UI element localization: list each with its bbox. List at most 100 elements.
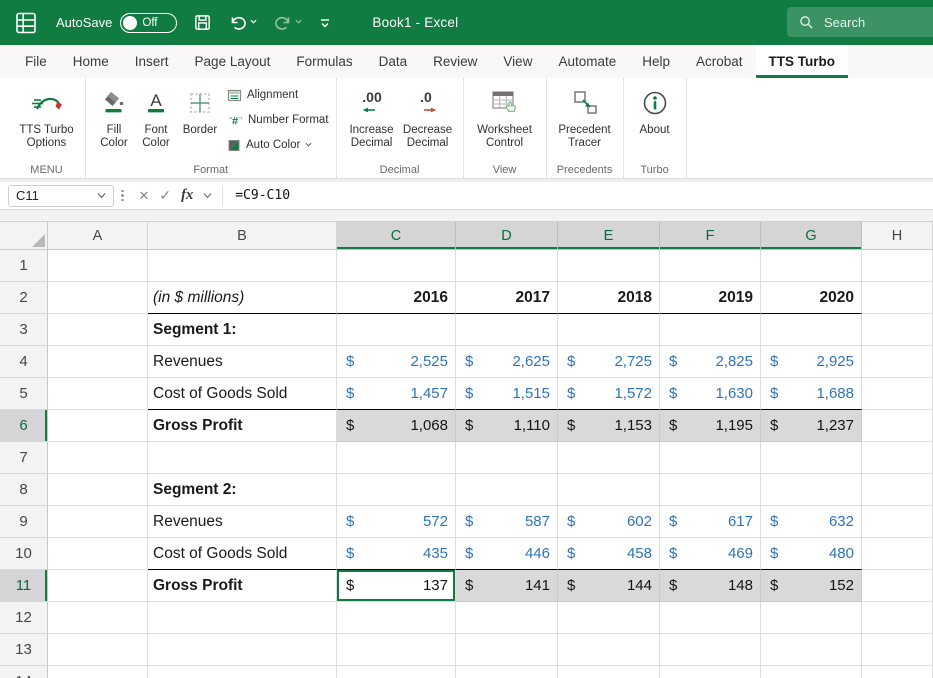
tab-help[interactable]: Help [629,45,683,78]
cell-H9[interactable] [862,506,933,538]
cell-C7[interactable] [337,442,456,474]
cell-F9[interactable]: $617 [660,506,761,538]
cell-B4[interactable]: Revenues [148,346,337,378]
tts-turbo-options-button[interactable]: TTS Turbo Options [15,83,78,152]
cell-G6[interactable]: $1,237 [761,410,862,442]
name-box[interactable]: C11 [8,185,114,207]
cell-A8[interactable] [48,474,148,506]
cell-G13[interactable] [761,634,862,666]
auto-color-button[interactable]: Auto Color [227,136,329,154]
tab-file[interactable]: File [12,45,60,78]
cell-B9[interactable]: Revenues [148,506,337,538]
fill-color-button[interactable]: Fill Color [93,83,135,152]
autosave-toggle[interactable]: Off [120,13,177,33]
row-header-11[interactable]: 11 [0,570,48,602]
cell-E7[interactable] [558,442,660,474]
cell-E13[interactable] [558,634,660,666]
column-header-B[interactable]: B [148,222,337,250]
cell-H13[interactable] [862,634,933,666]
row-header-3[interactable]: 3 [0,314,48,346]
column-header-C[interactable]: C [337,222,456,250]
cell-E2[interactable]: 2018 [558,282,660,314]
cell-D6[interactable]: $1,110 [456,410,558,442]
redo-button[interactable] [273,14,302,32]
cell-E4[interactable]: $2,725 [558,346,660,378]
row-header-4[interactable]: 4 [0,346,48,378]
tab-automate[interactable]: Automate [545,45,629,78]
cell-G4[interactable]: $2,925 [761,346,862,378]
cell-B11[interactable]: Gross Profit [148,570,337,602]
cell-C5[interactable]: $1,457 [337,378,456,410]
cell-D8[interactable] [456,474,558,506]
cell-E9[interactable]: $602 [558,506,660,538]
cell-A6[interactable] [48,410,148,442]
tab-data[interactable]: Data [366,45,421,78]
font-color-button[interactable]: A Font Color [135,83,177,152]
row-header-7[interactable]: 7 [0,442,48,474]
column-header-E[interactable]: E [558,222,660,250]
cell-H4[interactable] [862,346,933,378]
quick-access-toolbar-button[interactable] [318,17,332,29]
cell-C2[interactable]: 2016 [337,282,456,314]
cell-A13[interactable] [48,634,148,666]
cell-F11[interactable]: $148 [660,570,761,602]
cell-H3[interactable] [862,314,933,346]
column-header-F[interactable]: F [660,222,761,250]
column-header-G[interactable]: G [761,222,862,250]
cell-E1[interactable] [558,250,660,282]
cell-D10[interactable]: $446 [456,538,558,570]
cell-B13[interactable] [148,634,337,666]
row-header-8[interactable]: 8 [0,474,48,506]
cell-C4[interactable]: $2,525 [337,346,456,378]
cell-E6[interactable]: $1,153 [558,410,660,442]
tab-insert[interactable]: Insert [122,45,182,78]
cell-G8[interactable] [761,474,862,506]
cell-H2[interactable] [862,282,933,314]
row-header-12[interactable]: 12 [0,602,48,634]
number-format-button[interactable]: " # " Number Format [227,111,329,129]
row-header-10[interactable]: 10 [0,538,48,570]
cell-C14[interactable] [337,666,456,678]
row-header-9[interactable]: 9 [0,506,48,538]
cell-D9[interactable]: $587 [456,506,558,538]
cell-G7[interactable] [761,442,862,474]
cell-C1[interactable] [337,250,456,282]
increase-decimal-button[interactable]: .00 Increase Decimal [344,83,400,152]
cell-G11[interactable]: $152 [761,570,862,602]
row-header-6[interactable]: 6 [0,410,48,442]
search-box[interactable]: Search [787,7,933,37]
cell-F1[interactable] [660,250,761,282]
cell-C9[interactable]: $572 [337,506,456,538]
cell-H11[interactable] [862,570,933,602]
row-header-1[interactable]: 1 [0,250,48,282]
cell-F13[interactable] [660,634,761,666]
cell-F3[interactable] [660,314,761,346]
cell-B6[interactable]: Gross Profit [148,410,337,442]
cell-D3[interactable] [456,314,558,346]
cell-D7[interactable] [456,442,558,474]
select-all-corner[interactable] [0,222,48,250]
cell-H1[interactable] [862,250,933,282]
cell-G9[interactable]: $632 [761,506,862,538]
cell-C12[interactable] [337,602,456,634]
cell-E12[interactable] [558,602,660,634]
cell-B2[interactable]: (in $ millions) [148,282,337,314]
cell-H5[interactable] [862,378,933,410]
formula-input[interactable]: =C9-C10 [225,188,290,203]
cell-D12[interactable] [456,602,558,634]
formula-bar-grip[interactable] [121,190,124,202]
cell-H14[interactable] [862,666,933,678]
cell-A7[interactable] [48,442,148,474]
cell-H10[interactable] [862,538,933,570]
row-header-14[interactable]: 14 [0,666,48,678]
about-button[interactable]: About [631,83,679,139]
cell-C13[interactable] [337,634,456,666]
cell-C3[interactable] [337,314,456,346]
cell-F2[interactable]: 2019 [660,282,761,314]
cell-D1[interactable] [456,250,558,282]
column-header-D[interactable]: D [456,222,558,250]
tab-home[interactable]: Home [60,45,122,78]
cell-A10[interactable] [48,538,148,570]
row-header-13[interactable]: 13 [0,634,48,666]
tab-page-layout[interactable]: Page Layout [182,45,284,78]
